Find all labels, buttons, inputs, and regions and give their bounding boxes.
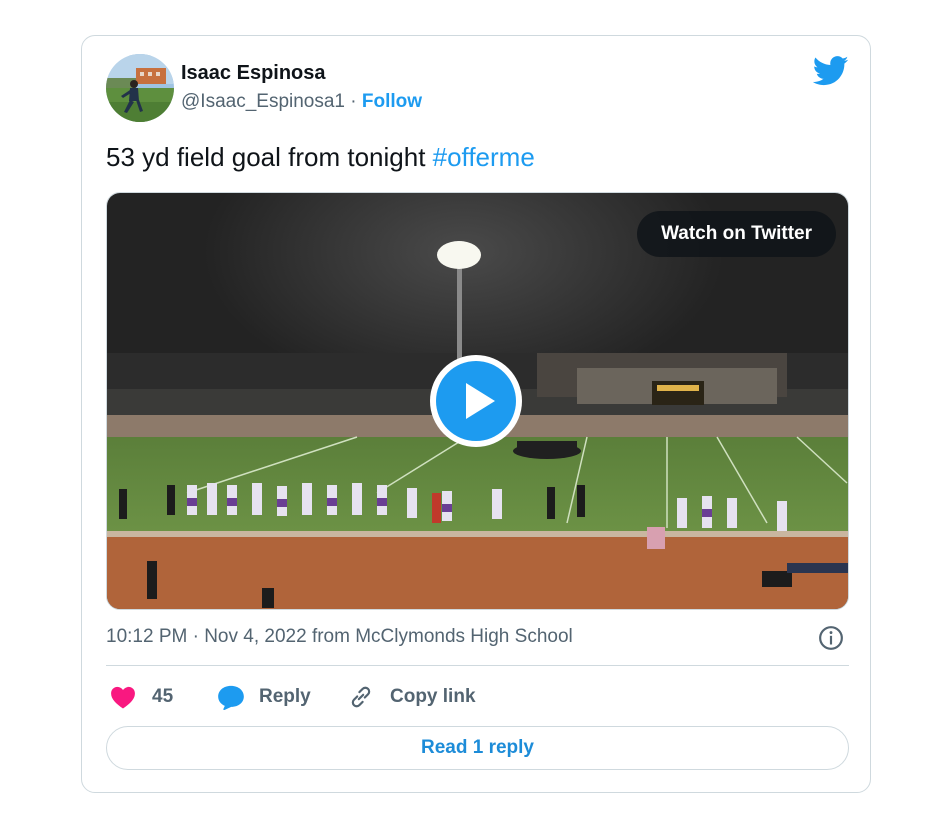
like-button[interactable]: 45 xyxy=(110,682,173,712)
tweet-actions: 45 Reply Copy link xyxy=(106,682,849,712)
heart-icon xyxy=(111,686,135,709)
handle-separator: · xyxy=(350,91,357,112)
follow-button[interactable]: Follow xyxy=(362,91,422,112)
tweet-timestamp-location[interactable]: 10:12 PM · Nov 4, 2022 from McClymonds H… xyxy=(106,626,573,648)
author-handle-row: @Isaac_Espinosa1 · Follow xyxy=(181,91,422,113)
watch-on-twitter-button[interactable]: Watch on Twitter xyxy=(637,211,836,257)
play-icon[interactable] xyxy=(429,354,523,448)
author-name[interactable]: Isaac Espinosa xyxy=(181,62,326,85)
video-player[interactable]: Watch on Twitter xyxy=(106,192,849,610)
copy-link-button[interactable]: Copy link xyxy=(348,682,476,712)
tweet-text: 53 yd field goal from tonight #offerme xyxy=(106,142,535,173)
info-icon[interactable] xyxy=(818,625,844,651)
tweet-card: Isaac Espinosa @Isaac_Espinosa1 · Follow… xyxy=(81,35,871,793)
link-icon xyxy=(351,686,371,708)
hashtag-link[interactable]: #offerme xyxy=(433,142,535,172)
copy-link-label: Copy link xyxy=(390,686,476,707)
tweet-body: 53 yd field goal from tonight xyxy=(106,142,433,172)
avatar[interactable] xyxy=(106,54,174,122)
reply-button[interactable]: Reply xyxy=(217,682,311,712)
like-count: 45 xyxy=(152,686,174,707)
author-handle[interactable]: @Isaac_Espinosa1 xyxy=(181,91,345,112)
speech-bubble-icon xyxy=(218,685,244,710)
twitter-bird-icon[interactable] xyxy=(813,56,849,86)
reply-label: Reply xyxy=(259,686,311,707)
divider xyxy=(106,665,849,666)
read-replies-button[interactable]: Read 1 reply xyxy=(106,726,849,770)
